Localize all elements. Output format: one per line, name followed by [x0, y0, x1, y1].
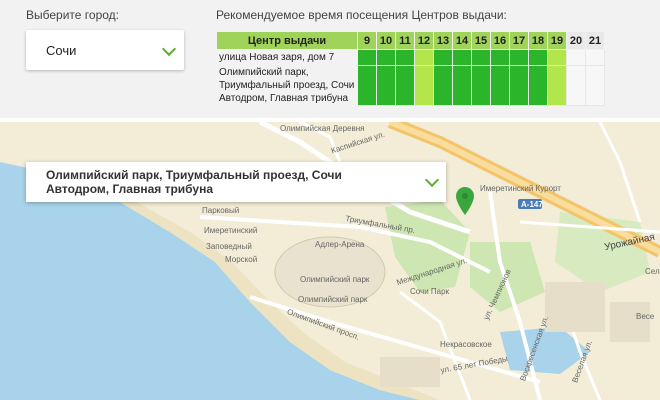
hour-cell — [547, 49, 567, 66]
district-label: Парковый — [202, 206, 240, 215]
city-dropdown[interactable]: Сочи — [26, 30, 184, 70]
hour-cell — [471, 49, 491, 66]
chevron-down-icon — [161, 41, 177, 57]
hour-header: 17 — [509, 31, 529, 50]
hour-cell — [509, 65, 529, 106]
schedule-row: Олимпийский парк, Триумфальный проезд, С… — [216, 65, 605, 106]
hour-cell — [585, 65, 605, 106]
city-label: Выберите город: — [26, 8, 119, 22]
schedule-center-name: Олимпийский парк, Триумфальный проезд, С… — [216, 65, 358, 106]
pickup-point-dropdown[interactable]: Олимпийский парк, Триумфальный проезд, С… — [26, 162, 446, 202]
hour-cell — [509, 49, 529, 66]
hour-header: 13 — [433, 31, 453, 50]
district-label: Селе — [645, 267, 660, 276]
hour-header: 19 — [547, 31, 567, 50]
hour-cell — [433, 49, 453, 66]
schedule-header-row: Центр выдачи 9 10 11 12 13 14 15 16 17 1… — [216, 31, 605, 50]
hour-cell — [414, 49, 434, 66]
hour-header: 9 — [357, 31, 377, 50]
schedule-title: Рекомендуемое время посещения Центров вы… — [216, 8, 507, 22]
venue-label: Олимпийский парк — [298, 295, 368, 304]
hour-cell — [376, 65, 396, 106]
hour-cell — [471, 65, 491, 106]
hour-cell — [433, 65, 453, 106]
hour-cell — [490, 49, 510, 66]
hour-header: 10 — [376, 31, 396, 50]
schedule-row: улица Новая заря, дом 7 — [216, 49, 605, 66]
hour-header: 14 — [452, 31, 472, 50]
district-label: Имеретинский — [204, 226, 258, 235]
hour-cell — [376, 49, 396, 66]
hour-cell — [395, 49, 415, 66]
schedule-table: Центр выдачи 9 10 11 12 13 14 15 16 17 1… — [216, 31, 605, 106]
hour-cell — [566, 65, 586, 106]
hour-cell — [414, 65, 434, 106]
hour-header: 12 — [414, 31, 434, 50]
hour-cell — [490, 65, 510, 106]
venue-label: Адлер-Арена — [315, 240, 365, 249]
road — [598, 122, 642, 223]
hour-header: 15 — [471, 31, 491, 50]
district-label: Морской — [225, 255, 258, 264]
district-label: Некрасовское — [440, 340, 492, 349]
pickup-point-value: Олимпийский парк, Триумфальный проезд, С… — [46, 168, 342, 196]
district-label: Олимпийская Деревня — [280, 124, 365, 133]
hour-cell — [528, 65, 548, 106]
schedule-center-name: улица Новая заря, дом 7 — [216, 49, 358, 66]
map-view[interactable]: Каспийская ул. Олимпийская Деревня Имере… — [0, 122, 660, 400]
hour-header: 21 — [585, 31, 605, 50]
hour-header: 16 — [490, 31, 510, 50]
schedule-header-center: Центр выдачи — [216, 31, 358, 50]
city-value: Сочи — [46, 43, 77, 58]
hour-cell — [566, 49, 586, 66]
district-label: Имеретинский Курорт — [480, 184, 561, 193]
hour-cell — [452, 49, 472, 66]
building-block — [545, 282, 605, 332]
hour-cell — [528, 49, 548, 66]
chevron-down-icon — [424, 172, 440, 188]
district-label: Заповедный — [206, 242, 252, 251]
district-label: Весе — [636, 312, 655, 321]
hour-cell — [547, 65, 567, 106]
venue-label: Сочи Парк — [410, 287, 450, 296]
top-panel: Выберите город: Сочи Рекомендуемое время… — [0, 0, 660, 118]
hour-header: 18 — [528, 31, 548, 50]
hour-cell — [452, 65, 472, 106]
hour-header: 11 — [395, 31, 415, 50]
hour-header: 20 — [566, 31, 586, 50]
hour-cell — [585, 49, 605, 66]
map-pin-icon[interactable] — [456, 187, 474, 215]
hour-cell — [357, 65, 377, 106]
venue-label: Олимпийский парк — [300, 275, 370, 284]
building-block — [380, 357, 440, 387]
hour-cell — [357, 49, 377, 66]
hour-cell — [395, 65, 415, 106]
building-block — [610, 302, 650, 342]
road-number-label: А-147 — [521, 200, 543, 209]
